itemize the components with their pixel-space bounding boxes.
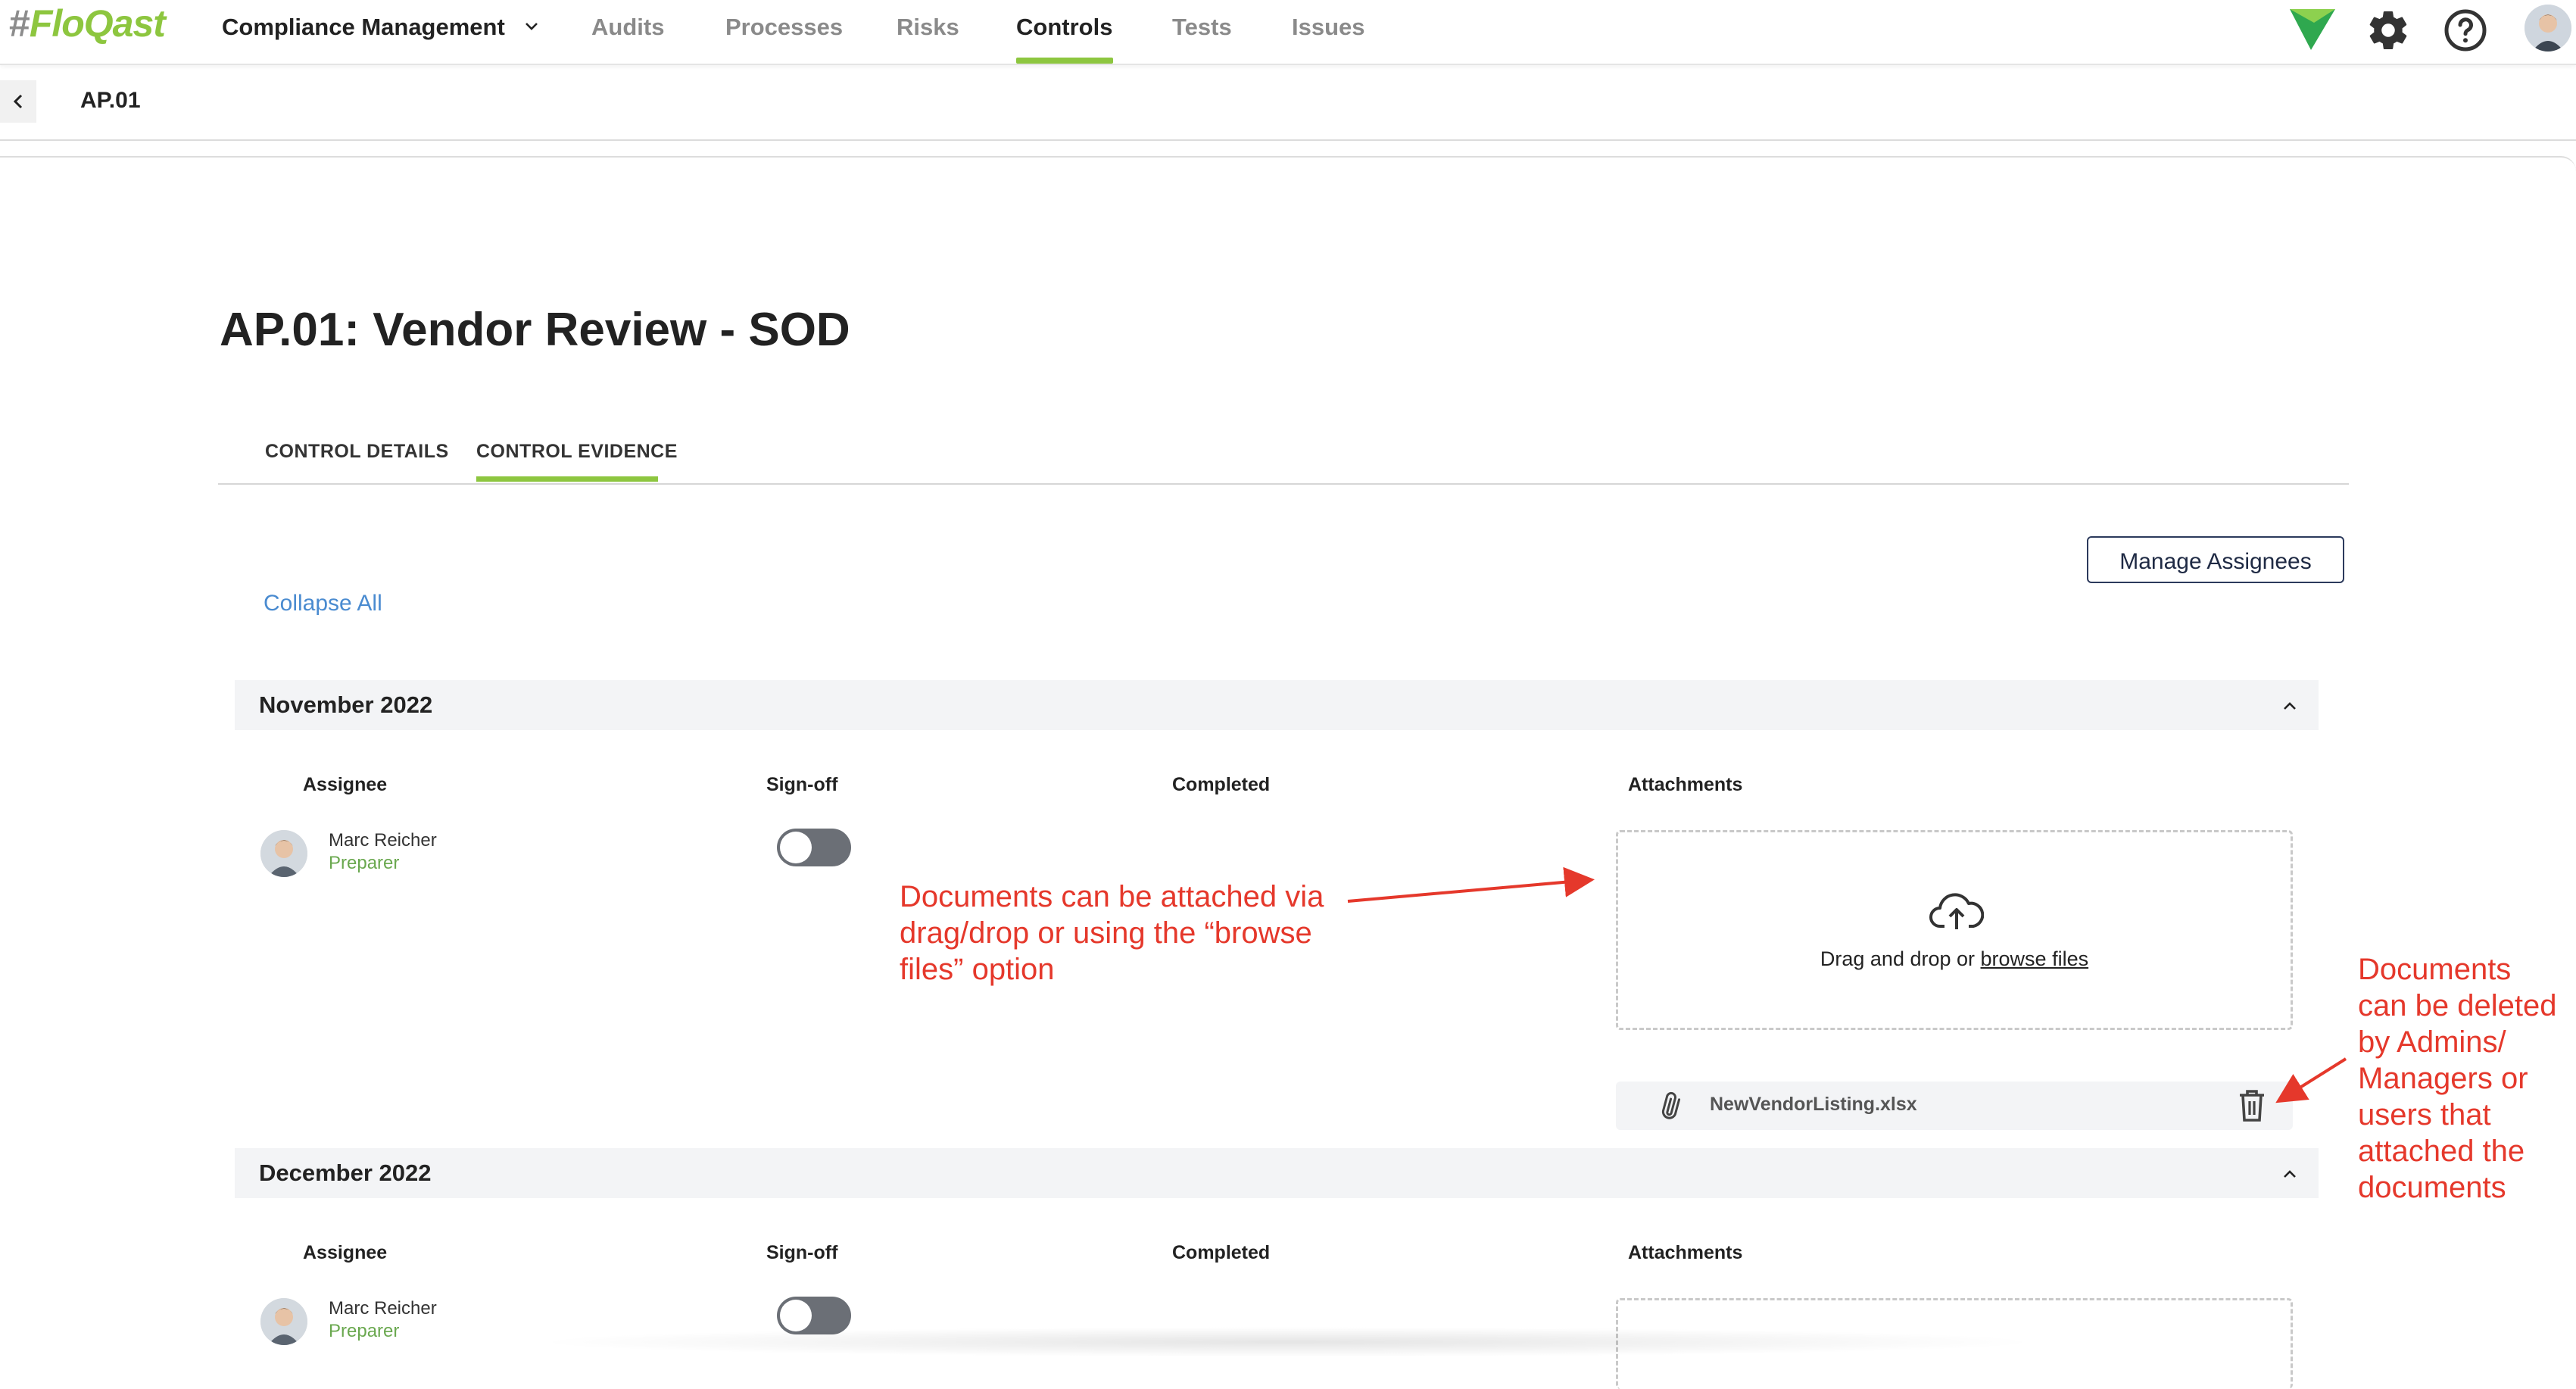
cloud-upload-icon [1929,893,1984,929]
column-header-completed: Completed [1172,1242,1271,1263]
compliance-management-menu[interactable]: Compliance Management [222,14,505,41]
active-nav-indicator [1016,58,1113,64]
assignee-role: Preparer [329,1321,400,1341]
section-header-december-2022[interactable]: December 2022 [235,1148,2319,1198]
column-header-signoff: Sign-off [766,1242,838,1263]
column-header-signoff: Sign-off [766,774,838,795]
collapse-all-link[interactable]: Collapse All [264,591,382,616]
chevron-left-icon [13,94,23,109]
floqast-logo[interactable]: #FloQast [9,2,166,45]
nav-controls[interactable]: Controls [1016,14,1112,41]
tab-control-evidence[interactable]: CONTROL EVIDENCE [476,441,678,463]
user-avatar[interactable] [2525,5,2571,52]
floqast-flag-icon[interactable] [2288,6,2337,52]
nav-risks[interactable]: Risks [897,14,959,41]
trash-delete-icon[interactable] [2238,1089,2266,1122]
section-header-november-2022[interactable]: November 2022 [235,680,2319,730]
breadcrumb-title: AP.01 [80,88,141,113]
chevron-down-icon[interactable] [524,18,539,33]
assignee-name: Marc Reicher [329,830,437,851]
nav-audits[interactable]: Audits [591,14,664,41]
attachment-row[interactable]: NewVendorListing.xlsx [1616,1082,2293,1130]
signoff-toggle[interactable] [777,829,851,866]
chevron-up-icon[interactable] [2281,1165,2299,1183]
back-button[interactable] [0,80,36,123]
annotation-attach-note: Documents can be attached via drag/drop … [900,880,1324,986]
browse-files-link[interactable]: browse files [1981,947,2089,970]
file-dropzone[interactable]: Drag and drop or browse files [1616,830,2293,1030]
annotation-delete-note: Documents can be deleted by Admins/ Mana… [2358,953,2557,1204]
settings-gear-icon[interactable] [2365,8,2411,53]
manage-assignees-button[interactable]: Manage Assignees [2087,536,2344,583]
tab-control-details[interactable]: CONTROL DETAILS [265,441,449,463]
page-title: AP.01: Vendor Review - SOD [220,304,850,356]
chevron-up-icon[interactable] [2281,697,2299,715]
active-tab-indicator [476,476,658,482]
top-navigation-bar: #FloQast Compliance Management Audits Pr… [0,0,2576,65]
dropzone-text: Drag and drop or browse files [1820,947,2089,970]
column-header-attachments: Attachments [1628,1242,1743,1263]
assignee-avatar [260,1298,307,1345]
tabs-divider [218,483,2349,485]
breadcrumb-bar [0,65,2576,141]
column-header-attachments: Attachments [1628,774,1743,795]
toggle-knob [780,832,812,863]
attachment-filename[interactable]: NewVendorListing.xlsx [1710,1094,1917,1116]
column-header-completed: Completed [1172,774,1271,795]
section-label: December 2022 [259,1160,432,1186]
section-label: November 2022 [259,691,433,718]
nav-processes[interactable]: Processes [725,14,843,41]
assignee-role: Preparer [329,853,400,873]
assignee-name: Marc Reicher [329,1298,437,1319]
bottom-fade [530,1327,2044,1357]
column-header-assignee: Assignee [303,774,388,795]
assignee-avatar [260,830,307,877]
nav-tests[interactable]: Tests [1172,14,1232,41]
nav-issues[interactable]: Issues [1292,14,1365,41]
help-question-icon[interactable] [2443,8,2488,53]
paperclip-icon [1661,1091,1681,1119]
column-header-assignee: Assignee [303,1242,388,1263]
